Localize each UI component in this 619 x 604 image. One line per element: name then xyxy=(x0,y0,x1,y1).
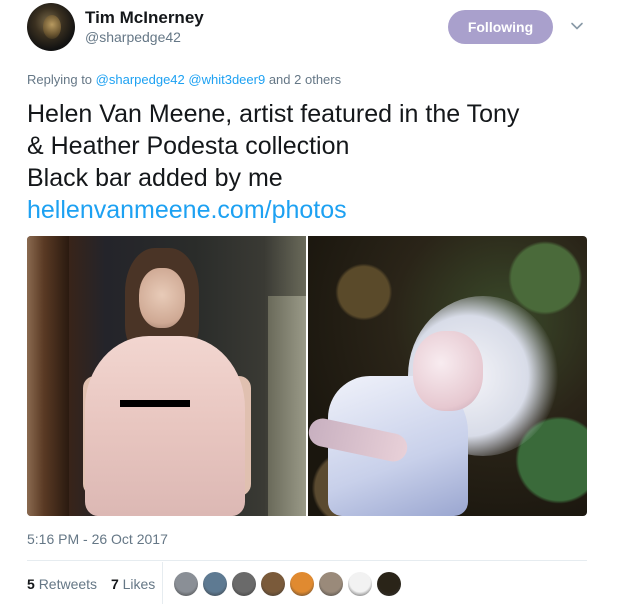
media-gallery xyxy=(27,236,587,516)
photo-face xyxy=(139,268,185,328)
photo-face xyxy=(413,331,483,411)
tweet-line: Black bar added by me xyxy=(27,164,283,192)
liker-avatar[interactable] xyxy=(348,572,372,596)
liker-avatar[interactable] xyxy=(290,572,314,596)
following-button[interactable]: Following xyxy=(448,10,553,44)
liker-avatar[interactable] xyxy=(261,572,285,596)
tweet-stats: 5 Retweets 7 Likes xyxy=(27,576,155,592)
likes-count: 7 xyxy=(110,576,119,592)
mention-link[interactable]: @whit3deer9 xyxy=(188,72,265,87)
replying-to-others[interactable]: and 2 others xyxy=(269,72,341,87)
retweets-stat[interactable]: 5 Retweets xyxy=(27,576,97,592)
liker-avatar[interactable] xyxy=(377,572,401,596)
liker-avatar[interactable] xyxy=(319,572,343,596)
chevron-down-icon[interactable] xyxy=(569,18,585,34)
retweets-count: 5 xyxy=(27,576,35,592)
liker-avatar[interactable] xyxy=(174,572,198,596)
likes-stat[interactable]: 7 Likes xyxy=(111,576,155,592)
retweets-label: Retweets xyxy=(38,576,98,592)
tweet-timestamp[interactable]: 5:16 PM - 26 Oct 2017 xyxy=(27,531,168,547)
replying-to-prefix: Replying to xyxy=(27,72,93,87)
replying-to: Replying to @sharpedge42 @whit3deer9 and… xyxy=(27,72,341,87)
photo-dress xyxy=(85,336,245,516)
stats-separator xyxy=(162,562,163,604)
liker-avatars xyxy=(174,572,401,596)
author-avatar[interactable] xyxy=(27,3,75,51)
author-name[interactable]: Tim McInerney xyxy=(85,8,204,28)
tweet-link[interactable]: hellenvanmeene.com/photos xyxy=(27,194,597,226)
photo-right[interactable] xyxy=(306,236,587,516)
author-handle[interactable]: @sharpedge42 xyxy=(85,29,181,45)
tweet-line: Helen Van Meene, artist featured in the … xyxy=(27,100,520,128)
photo-door-frame xyxy=(27,236,69,516)
black-bar xyxy=(120,400,190,407)
likes-label: Likes xyxy=(122,576,156,592)
liker-avatar[interactable] xyxy=(232,572,256,596)
avatar-face xyxy=(43,15,61,39)
photo-door xyxy=(268,296,306,516)
liker-avatar[interactable] xyxy=(203,572,227,596)
divider xyxy=(27,560,587,561)
mention-link[interactable]: @sharpedge42 xyxy=(96,72,185,87)
photo-left[interactable] xyxy=(27,236,306,516)
tweet-text: Helen Van Meene, artist featured in the … xyxy=(27,98,597,226)
tweet-line: & Heather Podesta collection xyxy=(27,132,350,160)
